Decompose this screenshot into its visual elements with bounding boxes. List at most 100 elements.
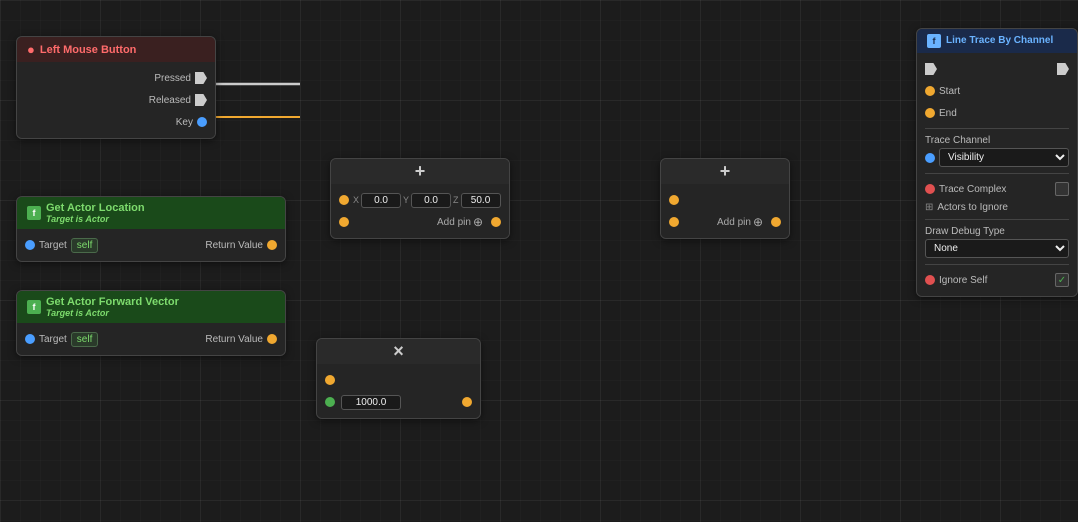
node-get-actor-forward: f Get Actor Forward Vector Target is Act… — [16, 290, 286, 356]
add-pin-input2-pin[interactable] — [669, 217, 679, 227]
get-actor-forward-return-pin[interactable] — [267, 334, 277, 344]
multiply-input1-pin[interactable] — [325, 375, 335, 385]
line-trace-complex-pin[interactable] — [925, 184, 935, 194]
get-actor-forward-target-label: Target — [39, 334, 67, 345]
line-trace-complex-checkbox[interactable] — [1055, 182, 1069, 196]
multiply-output-pin[interactable] — [462, 397, 472, 407]
line-trace-debug-label: Draw Debug Type — [925, 226, 1069, 237]
line-trace-start-row: Start — [925, 80, 1069, 102]
add-vector-input2-pin[interactable] — [339, 217, 349, 227]
line-trace-channel-pin[interactable] — [925, 153, 935, 163]
line-trace-divider3 — [925, 219, 1069, 220]
input-event-body: Pressed Released Key — [17, 62, 215, 138]
line-trace-trace-channel-label: Trace Channel — [925, 135, 1069, 146]
line-trace-debug-select[interactable]: None ForOneFrame ForDuration Persistent — [925, 239, 1069, 258]
add-pin-title: + — [720, 161, 731, 182]
key-pin[interactable] — [197, 117, 207, 127]
multiply-header: × — [317, 339, 480, 364]
get-actor-location-self-badge[interactable]: self — [71, 238, 99, 253]
add-pin-input2-row: Add pin ⊕ — [669, 211, 781, 233]
input-event-title: Left Mouse Button — [40, 44, 137, 56]
add-vector-header: + — [331, 159, 509, 184]
add-pin-input1-pin[interactable] — [669, 195, 679, 205]
multiply-body — [317, 364, 480, 418]
line-trace-end-pin[interactable] — [925, 108, 935, 118]
get-actor-location-return-pin[interactable] — [267, 240, 277, 250]
released-exec-pin[interactable] — [195, 94, 207, 106]
add-pin-body: Add pin ⊕ — [661, 184, 789, 238]
key-row: Key — [25, 111, 207, 133]
add-pin-header: + — [661, 159, 789, 184]
add-pin-add-pin-btn[interactable]: Add pin ⊕ — [717, 215, 763, 229]
grid-icon: ⊞ — [925, 202, 933, 213]
get-actor-forward-return-label: Return Value — [205, 334, 263, 345]
node-input-event: ● Left Mouse Button Pressed Released Key — [16, 36, 216, 139]
multiply-input2-pin[interactable] — [325, 397, 335, 407]
add-vector-x-input[interactable] — [361, 193, 401, 208]
add-vector-output-pin[interactable] — [491, 217, 501, 227]
multiply-input1-row — [325, 369, 472, 391]
add-pin-input1-row — [669, 189, 781, 211]
actors-to-ignore-label: Actors to Ignore — [937, 202, 1008, 213]
get-actor-location-f-icon: f — [27, 206, 41, 220]
get-actor-location-header: f Get Actor Location Target is Actor — [17, 197, 285, 229]
add-vector-y-label: Y — [403, 195, 409, 205]
line-trace-exec-in-pin[interactable] — [925, 63, 937, 75]
line-trace-exec-in-row — [925, 58, 1069, 80]
released-label: Released — [149, 95, 191, 106]
pressed-row: Pressed — [25, 67, 207, 89]
add-vector-title: + — [415, 161, 426, 182]
add-vector-body: X Y Z Add pin ⊕ — [331, 184, 509, 238]
get-actor-forward-f-icon: f — [27, 300, 41, 314]
node-line-trace: f Line Trace By Channel Start End — [916, 28, 1078, 297]
get-actor-forward-body: Target self Return Value — [17, 323, 285, 355]
multiply-title: × — [393, 341, 404, 362]
get-actor-forward-self-badge[interactable]: self — [71, 332, 99, 347]
get-actor-location-target-pin[interactable] — [25, 240, 35, 250]
line-trace-complex-label: Trace Complex — [939, 184, 1006, 195]
get-actor-forward-subtitle: Target is Actor — [46, 308, 179, 318]
get-actor-location-target-label: Target — [39, 240, 67, 251]
key-label: Key — [176, 117, 193, 128]
multiply-value-input[interactable] — [341, 395, 401, 410]
get-actor-location-body: Target self Return Value — [17, 229, 285, 261]
input-event-header: ● Left Mouse Button — [17, 37, 215, 62]
get-actor-forward-target-row: Target self Return Value — [25, 328, 277, 350]
line-trace-channel-select-row: Visibility Camera — [925, 148, 1069, 167]
get-actor-forward-target-pin[interactable] — [25, 334, 35, 344]
line-trace-actors-row: ⊞ Actors to Ignore — [925, 200, 1069, 215]
get-actor-location-return-label: Return Value — [205, 240, 263, 251]
line-trace-divider4 — [925, 264, 1069, 265]
line-trace-divider2 — [925, 173, 1069, 174]
line-trace-title: Line Trace By Channel — [946, 35, 1053, 47]
input-event-icon: ● — [27, 42, 35, 57]
add-pin-output-pin[interactable] — [771, 217, 781, 227]
line-trace-debug-group: Draw Debug Type None ForOneFrame ForDura… — [925, 224, 1069, 260]
add-vector-add-pin-btn[interactable]: Add pin ⊕ — [437, 215, 483, 229]
node-multiply: × — [316, 338, 481, 419]
line-trace-start-label: Start — [939, 86, 960, 97]
line-trace-channel-select[interactable]: Visibility Camera — [939, 148, 1069, 167]
node-add-vector: + X Y Z Add pin ⊕ — [330, 158, 510, 239]
get-actor-location-subtitle: Target is Actor — [46, 214, 145, 224]
line-trace-ignore-self-pin[interactable] — [925, 275, 935, 285]
line-trace-ignore-self-label: Ignore Self — [939, 275, 987, 286]
line-trace-title-group: Line Trace By Channel — [946, 35, 1053, 47]
line-trace-exec-out-pin[interactable] — [1057, 63, 1069, 75]
line-trace-complex-row: Trace Complex — [925, 178, 1069, 200]
released-row: Released — [25, 89, 207, 111]
line-trace-body: Start End Trace Channel Visibility Camer… — [917, 53, 1077, 296]
add-vector-add-pin-label: Add pin — [437, 217, 471, 228]
add-vector-input1-pin[interactable] — [339, 195, 349, 205]
get-actor-location-title: Get Actor Location — [46, 202, 145, 214]
add-vector-xyz-group: X Y Z — [353, 193, 501, 208]
line-trace-start-pin[interactable] — [925, 86, 935, 96]
add-vector-z-label: Z — [453, 195, 459, 205]
line-trace-ignore-self-row: Ignore Self — [925, 269, 1069, 291]
add-vector-z-input[interactable] — [461, 193, 501, 208]
pressed-label: Pressed — [154, 73, 191, 84]
add-vector-y-input[interactable] — [411, 193, 451, 208]
pressed-exec-pin[interactable] — [195, 72, 207, 84]
line-trace-ignore-self-checkbox[interactable] — [1055, 273, 1069, 287]
line-trace-header: f Line Trace By Channel — [917, 29, 1077, 53]
